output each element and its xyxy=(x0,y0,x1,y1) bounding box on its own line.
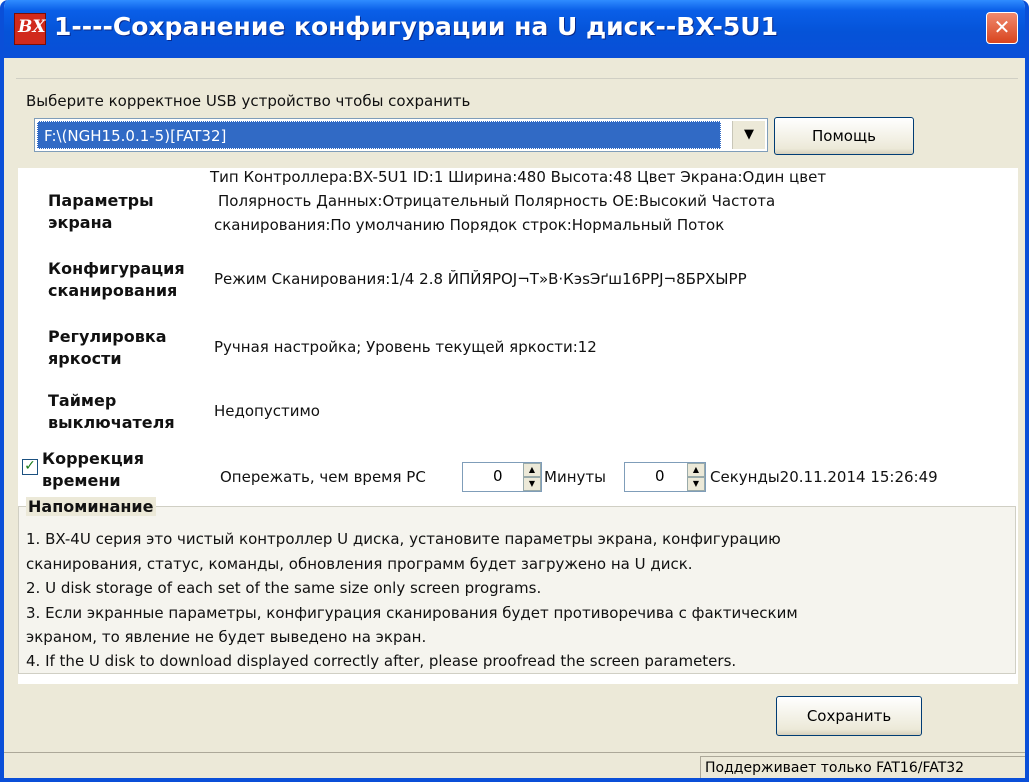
scan-config-value: Режим Сканирования:1/4 2.8 ЙПЙЯРОJ¬Т»В·К… xyxy=(214,270,747,288)
notice-line-1: 1. BX-4U серия это чистый контроллер U д… xyxy=(26,530,781,548)
time-offset-prefix: Опережать, чем время PC xyxy=(220,466,426,488)
seconds-up-icon[interactable]: ▲ xyxy=(687,463,705,477)
title-bar[interactable]: BX 1----Сохранение конфигурации на U дис… xyxy=(4,0,1025,58)
notice-title: Напоминание xyxy=(26,497,156,516)
screen-params-line1: Тип Контроллера:BX-5U1 ID:1 Ширина:480 В… xyxy=(210,168,827,186)
time-correction-label-line1: Коррекция xyxy=(42,449,145,468)
app-icon-text: BX xyxy=(18,17,46,37)
minutes-label: Минуты xyxy=(544,468,606,486)
app-icon: BX xyxy=(14,13,46,45)
usb-device-selected: F:\(NGH15.0.1-5)[FAT32] xyxy=(37,121,721,149)
status-bar: Поддерживает только FAT16/FAT32 xyxy=(4,752,1025,778)
close-button[interactable]: ✕ xyxy=(986,12,1018,44)
timer-value: Недопустимо xyxy=(214,402,320,420)
time-correction-label-line2: времени xyxy=(42,471,121,490)
minutes-up-icon[interactable]: ▲ xyxy=(523,463,541,477)
minutes-down-icon[interactable]: ▼ xyxy=(523,477,541,491)
seconds-value[interactable]: 0 xyxy=(655,463,665,489)
timer-label-line1: Таймер xyxy=(48,391,117,410)
seconds-spin-buttons[interactable]: ▲ ▼ xyxy=(687,463,705,491)
notice-line-5: экраном, то явление не будет выведено на… xyxy=(26,628,427,646)
brightness-value: Ручная настройка; Уровень текущей яркост… xyxy=(214,338,597,356)
seconds-and-datetime: Секунды20.11.2014 15:26:49 xyxy=(710,466,938,488)
scan-config-label-line1: Конфигурация xyxy=(48,259,185,278)
chevron-down-icon[interactable]: ▼ xyxy=(732,121,765,149)
screen-params-line2: Полярность Данных:Отрицательный Полярнос… xyxy=(218,192,776,210)
current-datetime: 20.11.2014 15:26:49 xyxy=(779,468,938,486)
seconds-label: Секунды xyxy=(710,468,780,486)
device-select-label: Выберите корректное USB устройство чтобы… xyxy=(26,92,471,110)
window-title: 1----Сохранение конфигурации на U диск--… xyxy=(54,12,778,41)
brightness-label-line1: Регулировка xyxy=(48,327,167,346)
notice-line-2: сканирования, статус, команды, обновлени… xyxy=(26,555,693,573)
notice-line-4: 3. Если экранные параметры, конфигурация… xyxy=(26,604,798,622)
seconds-spinner[interactable]: 0 ▲ ▼ xyxy=(624,462,706,492)
screen-params-label: Параметры экрана xyxy=(48,190,154,234)
status-text: Поддерживает только FAT16/FAT32 xyxy=(700,756,1025,778)
time-offset-prefix-text: Опережать, чем время PC xyxy=(220,468,426,486)
save-button[interactable]: Сохранить xyxy=(776,696,922,736)
dialog-window: BX 1----Сохранение конфигурации на U дис… xyxy=(0,0,1029,782)
timer-label-line2: выключателя xyxy=(48,413,175,432)
usb-device-dropdown[interactable]: F:\(NGH15.0.1-5)[FAT32] ▼ xyxy=(34,118,768,152)
notice-line-6: 4. If the U disk to download displayed c… xyxy=(26,652,737,670)
scan-config-label: Конфигурация сканирования xyxy=(48,258,185,302)
screen-params-label-line1: Параметры xyxy=(48,191,154,210)
brightness-label-line2: яркости xyxy=(48,349,122,368)
seconds-down-icon[interactable]: ▼ xyxy=(687,477,705,491)
screen-params-label-line2: экрана xyxy=(48,213,113,232)
scan-config-label-line2: сканирования xyxy=(48,281,178,300)
screen-params-line3: сканирования:По умолчанию Порядок строк:… xyxy=(214,216,725,234)
timer-label: Таймер выключателя xyxy=(48,390,175,434)
brightness-label: Регулировка яркости xyxy=(48,326,167,370)
minutes-spinner[interactable]: 0 ▲ ▼ xyxy=(462,462,542,492)
time-correction-checkbox[interactable]: ✓ xyxy=(22,459,38,475)
minutes-spin-buttons[interactable]: ▲ ▼ xyxy=(523,463,541,491)
help-button[interactable]: Помощь xyxy=(774,117,914,155)
minutes-value[interactable]: 0 xyxy=(493,463,503,489)
time-correction-label: Коррекция времени xyxy=(42,448,144,492)
notice-line-3: 2. U disk storage of each set of the sam… xyxy=(26,579,542,597)
